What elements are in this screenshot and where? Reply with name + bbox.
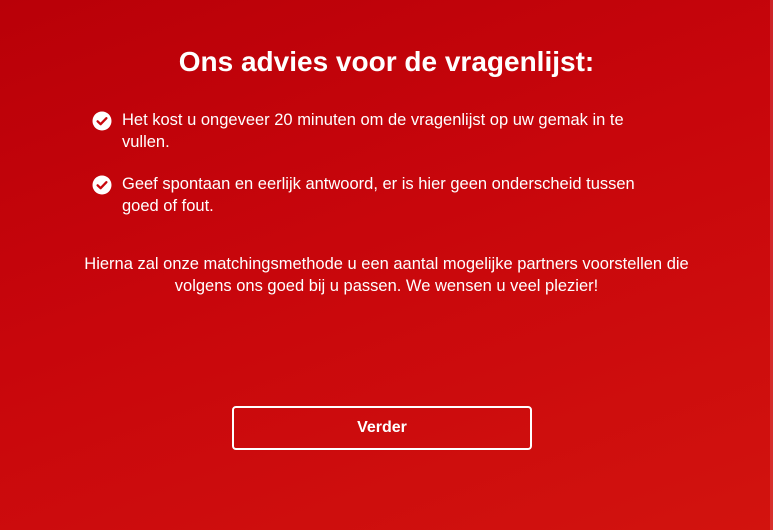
next-button[interactable]: Verder [232, 406, 532, 450]
advice-text: Het kost u ongeveer 20 minuten om de vra… [122, 111, 624, 151]
advice-panel: Ons advies voor de vragenlijst: Het kost… [0, 0, 773, 530]
page-title: Ons advies voor de vragenlijst: [178, 46, 595, 77]
advice-item: Geef spontaan en eerlijk antwoord, er is… [92, 173, 662, 217]
check-circle-icon [92, 175, 112, 195]
advice-item: Het kost u ongeveer 20 minuten om de vra… [92, 109, 662, 153]
advice-text: Geef spontaan en eerlijk antwoord, er is… [122, 175, 635, 215]
check-circle-icon [92, 111, 112, 131]
outro-text: Hierna zal onze matchingsmethode u een a… [84, 255, 689, 295]
advice-list: Het kost u ongeveer 20 minuten om de vra… [92, 109, 662, 237]
